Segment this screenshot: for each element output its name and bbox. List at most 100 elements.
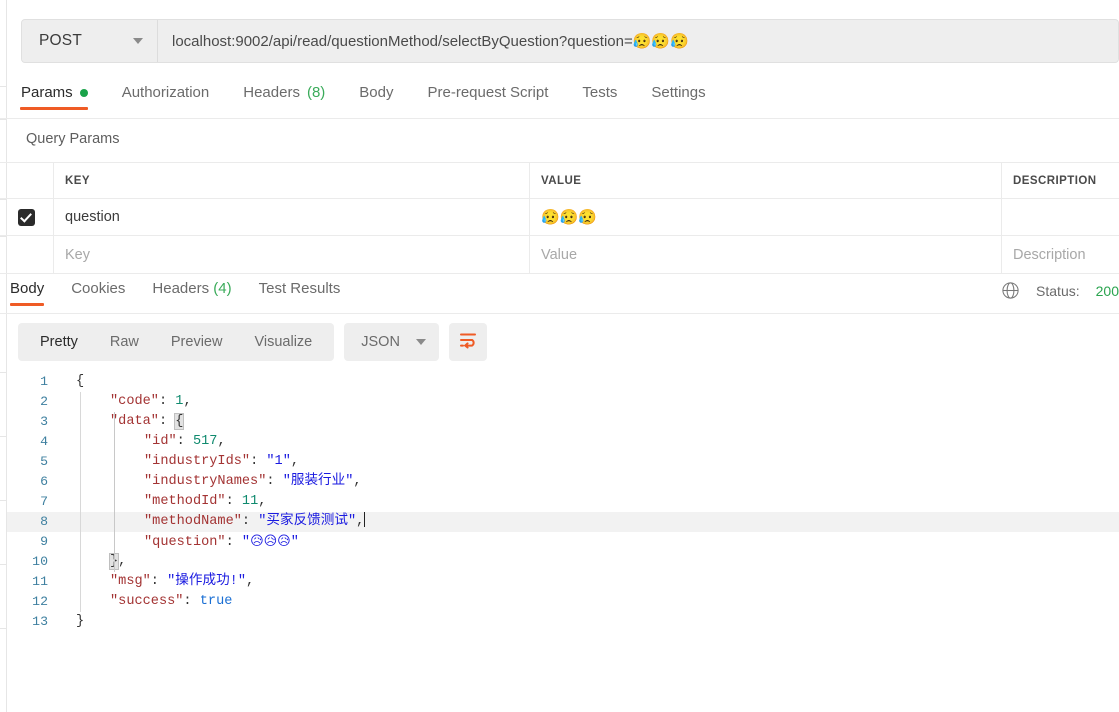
code-token-punct: :: [241, 514, 259, 529]
code-token-punct: :: [250, 454, 267, 469]
code-line[interactable]: 11 "msg": "操作成功!",: [7, 572, 1119, 592]
code-line[interactable]: 2 "code": 1,: [7, 392, 1119, 412]
tab-headers[interactable]: Headers (8): [243, 84, 325, 110]
new-param-description-placeholder: Description: [1013, 246, 1086, 263]
code-token-key: "id": [144, 434, 177, 449]
view-mode-preview[interactable]: Preview: [155, 334, 239, 350]
code-token-punct: :: [225, 534, 242, 550]
new-param-description-cell[interactable]: Description: [1002, 236, 1119, 273]
code-line[interactable]: 1{: [7, 372, 1119, 392]
tab-settings[interactable]: Settings: [651, 84, 705, 110]
word-wrap-button[interactable]: [448, 323, 487, 361]
line-number: 1: [40, 374, 48, 389]
new-param-value-placeholder: Value: [541, 246, 578, 263]
code-line[interactable]: 4 "id": 517,: [7, 432, 1119, 452]
tab-authorization[interactable]: Authorization: [122, 84, 210, 110]
param-description-cell[interactable]: [1002, 199, 1119, 235]
url-input[interactable]: localhost:9002/api/read/questionMethod/s…: [158, 20, 1118, 62]
code-line[interactable]: 13}: [7, 612, 1119, 632]
column-header-key: KEY: [65, 174, 90, 187]
code-line[interactable]: 10},: [7, 552, 1119, 572]
response-tab-cookies[interactable]: Cookies: [71, 280, 125, 306]
code-text: "industryNames": "服装行业",: [76, 472, 362, 492]
tab-tests-label: Tests: [582, 84, 618, 101]
code-token-punct: ,: [356, 514, 365, 529]
line-number: 11: [32, 574, 48, 589]
line-number: 2: [40, 394, 48, 409]
code-line[interactable]: 5 "industryIds": "1",: [7, 452, 1119, 472]
new-param-value-cell[interactable]: Value: [530, 236, 1002, 273]
param-key-cell[interactable]: question: [54, 199, 530, 235]
header-cell-checkbox: [0, 163, 54, 198]
indent-guide-outer: [80, 472, 81, 492]
response-tab-test-results-label: Test Results: [258, 280, 341, 297]
code-token-punct: :: [176, 434, 193, 449]
status-label: Status:: [1036, 282, 1080, 299]
response-format-dropdown[interactable]: JSON: [344, 323, 439, 361]
code-text: "industryIds": "1",: [76, 452, 299, 472]
line-number: 12: [32, 594, 48, 609]
view-mode-visualize[interactable]: Visualize: [238, 334, 328, 350]
query-params-table: KEY VALUE DESCRIPTION question 😥😥😥 Key V…: [0, 162, 1119, 274]
code-token-str: "服装行业": [282, 474, 354, 489]
code-token-brace: {: [174, 413, 185, 430]
tab-headers-label: Headers: [243, 84, 300, 101]
code-token-punct: :: [158, 414, 176, 429]
indent-guide-outer: [80, 392, 81, 412]
line-number: 8: [40, 514, 48, 529]
code-token-str: "1": [266, 454, 291, 469]
param-value-text: 😥😥😥: [541, 209, 598, 226]
row-checkbox-cell: [0, 199, 54, 235]
response-tab-headers[interactable]: Headers (4): [152, 280, 231, 306]
indent-guide: [114, 552, 115, 572]
indent-guide: [114, 472, 115, 492]
tab-pre-request-script[interactable]: Pre-request Script: [428, 84, 549, 110]
tab-body[interactable]: Body: [359, 84, 393, 110]
line-number: 9: [40, 534, 48, 549]
param-enabled-checkbox[interactable]: [18, 208, 35, 226]
view-mode-pretty-label: Pretty: [40, 334, 78, 350]
tab-params-label: Params: [21, 84, 73, 101]
tab-params[interactable]: Params: [20, 84, 88, 110]
response-tab-bar: Body Cookies Headers (4) Test Results: [10, 280, 367, 306]
response-tab-cookies-label: Cookies: [71, 280, 126, 297]
code-token-punct: ,: [118, 554, 127, 569]
code-line[interactable]: 6 "industryNames": "服装行业",: [7, 472, 1119, 492]
code-text: "methodName": "买家反馈测试",: [76, 512, 366, 532]
response-tab-body[interactable]: Body: [10, 280, 45, 306]
code-line[interactable]: 7 "methodId": 11,: [7, 492, 1119, 512]
view-mode-raw[interactable]: Raw: [94, 334, 155, 350]
code-text: "data": {: [76, 412, 185, 432]
code-line[interactable]: 3 "data": {: [7, 412, 1119, 432]
code-token-key: "success": [110, 594, 184, 609]
request-url-bar: POST localhost:9002/api/read/questionMet…: [21, 19, 1119, 63]
response-body-json-viewer[interactable]: 1{2 "code": 1, 3 "data": {4 "id": 517, 5 "indu…: [7, 372, 1119, 707]
line-number: 4: [40, 434, 48, 449]
param-value-cell[interactable]: 😥😥😥: [530, 199, 1002, 235]
code-token-punct: ,: [290, 454, 300, 469]
response-tab-headers-label: Headers: [152, 280, 210, 297]
code-token-punct: ,: [258, 494, 267, 509]
code-token-punct: :: [158, 394, 176, 409]
http-method-dropdown[interactable]: POST: [22, 20, 158, 62]
code-text: "code": 1,: [76, 392, 192, 412]
tab-tests[interactable]: Tests: [582, 84, 617, 110]
left-rail: [0, 0, 7, 712]
new-row-checkbox-cell: [0, 236, 54, 273]
code-line[interactable]: 9 "question": "😥😥😥": [7, 532, 1119, 552]
code-line[interactable]: 12 "success": true: [7, 592, 1119, 612]
param-key-value: question: [65, 209, 120, 225]
new-param-key-cell[interactable]: Key: [54, 236, 530, 273]
code-token-key: "industryNames": [144, 474, 267, 489]
line-number: 5: [40, 454, 48, 469]
params-active-dot-icon: [79, 88, 88, 97]
response-tab-test-results[interactable]: Test Results: [259, 280, 341, 306]
code-token-punct: ,: [217, 434, 226, 449]
code-token-key: "code": [110, 394, 159, 409]
code-text: "msg": "操作成功!",: [76, 572, 254, 592]
view-mode-pretty[interactable]: Pretty: [24, 334, 94, 350]
globe-icon[interactable]: [1001, 281, 1020, 300]
code-line[interactable]: 8 "methodName": "买家反馈测试",: [7, 512, 1119, 532]
postman-window: POST localhost:9002/api/read/questionMet…: [0, 0, 1119, 712]
code-text: "methodId": 11,: [76, 492, 266, 512]
